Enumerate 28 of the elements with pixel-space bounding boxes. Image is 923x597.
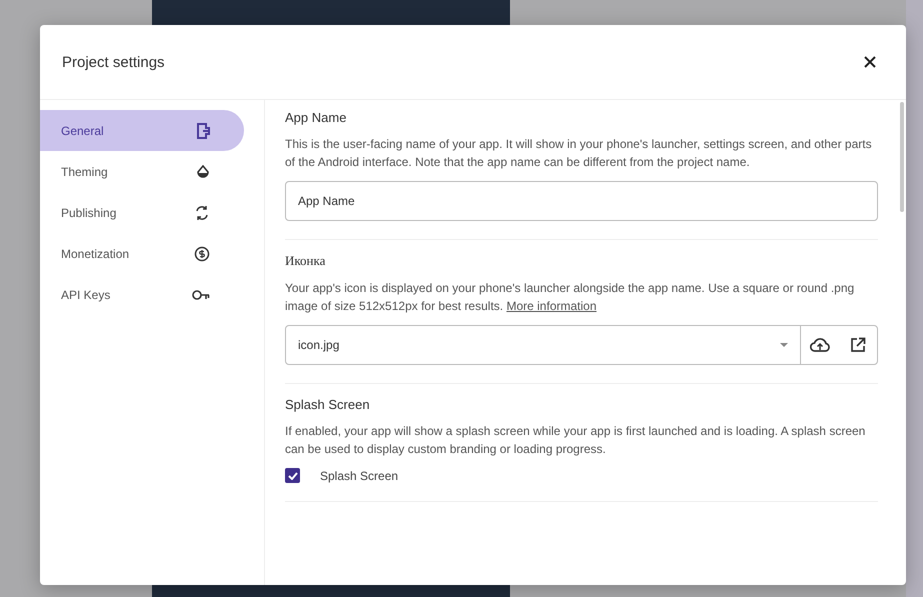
sidebar-item[interactable]: General <box>40 110 244 151</box>
document-icon <box>196 122 210 138</box>
checkbox[interactable] <box>285 468 300 483</box>
dropdown-caret-icon <box>780 343 788 347</box>
sidebar-item[interactable]: Monetization <box>40 233 244 274</box>
paint-drop-icon <box>196 164 210 178</box>
coin-icon <box>194 246 210 262</box>
section-title: Splash Screen <box>285 397 371 412</box>
external-link-icon <box>850 337 866 353</box>
close-icon <box>864 56 876 68</box>
sidebar-item[interactable]: API Keys <box>40 274 244 315</box>
file-name: icon.jpg <box>298 338 340 352</box>
dialog-title: Project settings <box>62 54 165 70</box>
section-description: Your app's icon is displayed on your phone's launcher alongside the app name. Use a square or round .png image of size 512x512px for best results. More information <box>285 280 856 315</box>
section-title: App Name <box>285 110 348 125</box>
cloud-upload-icon <box>810 337 830 353</box>
more-information-link[interactable]: More information <box>506 299 597 313</box>
section-description: This is the user-facing name of your app. It will show in your phone's launcher, settings screen, and other parts of the Android interface. Note that the app name can be different from the project name. <box>285 136 873 171</box>
sidebar-item[interactable]: Publishing <box>40 192 244 233</box>
app-name-field[interactable]: App Name <box>285 181 878 221</box>
checkbox-label: Splash Screen <box>320 468 398 482</box>
sync-icon <box>194 204 210 220</box>
sidebar-item[interactable]: Theming <box>40 151 244 192</box>
key-icon <box>192 288 210 302</box>
checkmark-icon <box>288 472 298 480</box>
section-title: Иконка <box>285 253 326 269</box>
scrollbar[interactable] <box>900 102 904 212</box>
section-description: If enabled, your app will show a splash screen while your app is first launched and is loading. A splash screen can be used to display custom branding or loading progress. <box>285 423 866 458</box>
